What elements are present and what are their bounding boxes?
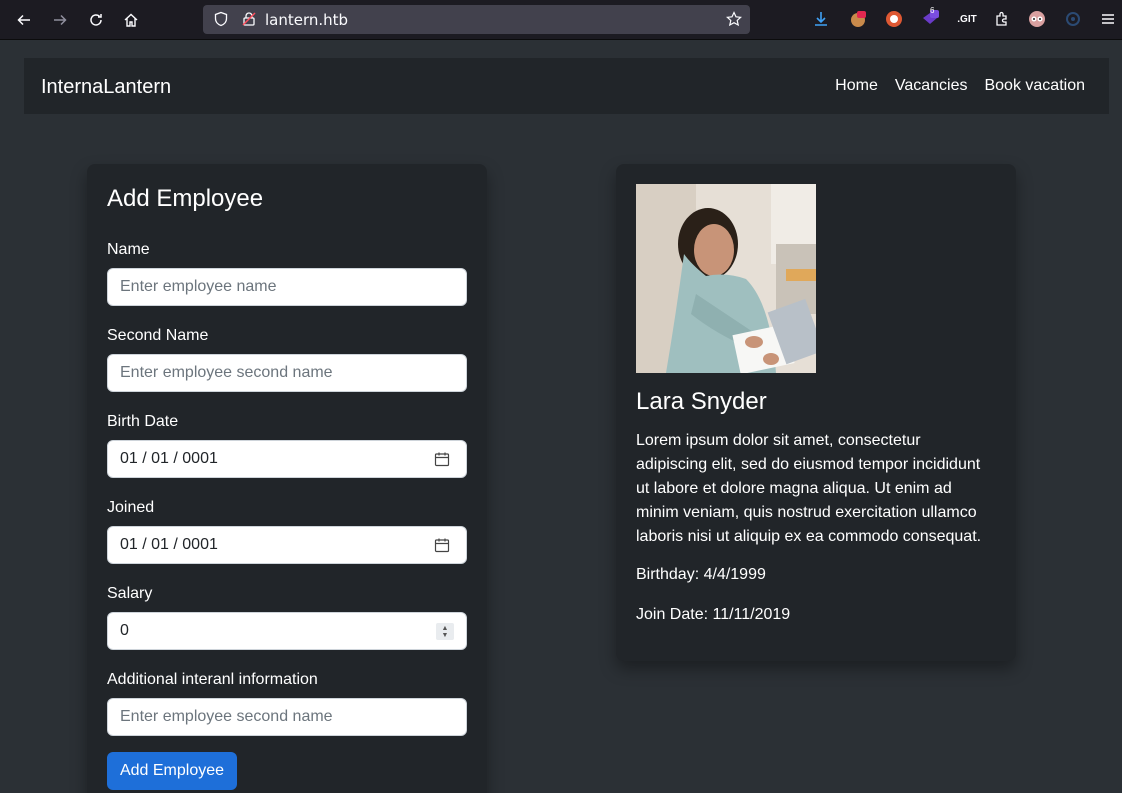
brand-link[interactable]: InternaLantern xyxy=(41,76,171,99)
extension-owl-icon[interactable] xyxy=(1027,9,1047,29)
employee-name: Lara Snyder xyxy=(636,388,767,415)
extension-gear-icon[interactable] xyxy=(1063,9,1083,29)
add-employee-button[interactable]: Add Employee xyxy=(107,752,237,790)
joined-input[interactable]: 01 / 01 / 0001 xyxy=(107,526,467,564)
insecure-lock-icon[interactable] xyxy=(241,11,257,27)
shield-icon[interactable] xyxy=(213,11,229,27)
form-title: Add Employee xyxy=(107,185,264,212)
address-bar[interactable]: lantern.htb xyxy=(203,5,750,34)
app-navbar: InternaLantern Home Vacancies Book vacat… xyxy=(24,58,1109,114)
extension-git-label: .GIT xyxy=(957,13,977,25)
reload-icon[interactable] xyxy=(85,9,107,31)
extension-duckduckgo-icon[interactable] xyxy=(884,9,904,29)
bookmark-star-icon[interactable] xyxy=(726,11,742,27)
extension-cookie-icon[interactable] xyxy=(848,9,868,29)
birth-date-input[interactable]: 01 / 01 / 0001 xyxy=(107,440,467,478)
browser-toolbar: lantern.htb 6 .GIT xyxy=(0,0,1122,40)
nav-links: Home Vacancies Book vacation xyxy=(835,77,1085,95)
nav-home[interactable]: Home xyxy=(835,77,878,95)
birth-date-label: Birth Date xyxy=(107,413,179,430)
url-text[interactable]: lantern.htb xyxy=(265,11,348,29)
extension-badge-icon[interactable]: 6 xyxy=(920,6,940,29)
download-icon[interactable] xyxy=(811,9,831,29)
additional-info-input[interactable]: Enter employee second name xyxy=(107,698,467,736)
second-name-label: Second Name xyxy=(107,327,209,344)
joined-label: Joined xyxy=(107,499,155,516)
nav-book-vacation[interactable]: Book vacation xyxy=(984,77,1085,95)
forward-icon[interactable] xyxy=(49,9,71,31)
name-input[interactable]: Enter employee name xyxy=(107,268,467,306)
number-spinner-icon[interactable]: ▲ ▼ xyxy=(436,623,454,640)
salary-label: Salary xyxy=(107,585,153,602)
nav-vacancies[interactable]: Vacancies xyxy=(895,77,968,95)
second-name-input[interactable]: Enter employee second name xyxy=(107,354,467,392)
additional-info-label: Additional interanl information xyxy=(107,671,318,688)
employee-join-date: Join Date: 11/11/2019 xyxy=(636,606,791,623)
add-employee-card: Add Employee Name Enter employee name Se… xyxy=(87,164,487,793)
employee-bio: Lorem ipsum dolor sit amet, consectetur … xyxy=(636,432,982,545)
employee-birthday: Birthday: 4/4/1999 xyxy=(636,566,766,583)
menu-icon[interactable] xyxy=(1098,9,1118,29)
name-label: Name xyxy=(107,241,150,258)
extension-git-icon[interactable]: .GIT xyxy=(956,9,978,29)
calendar-icon[interactable] xyxy=(434,451,450,467)
joined-value: 01 / 01 / 0001 xyxy=(120,536,218,553)
calendar-icon[interactable] xyxy=(434,537,450,553)
employee-profile-card: Lara Snyder Lorem ipsum dolor sit amet, … xyxy=(616,164,1016,661)
salary-input[interactable]: 0 ▲ ▼ xyxy=(107,612,467,650)
salary-value: 0 xyxy=(120,622,129,639)
extensions-puzzle-icon[interactable] xyxy=(992,9,1012,29)
back-icon[interactable] xyxy=(13,9,35,31)
home-icon[interactable] xyxy=(120,9,142,31)
birth-date-value: 01 / 01 / 0001 xyxy=(120,450,218,467)
employee-photo xyxy=(636,184,816,373)
extension-badge-count: 6 xyxy=(930,6,935,15)
